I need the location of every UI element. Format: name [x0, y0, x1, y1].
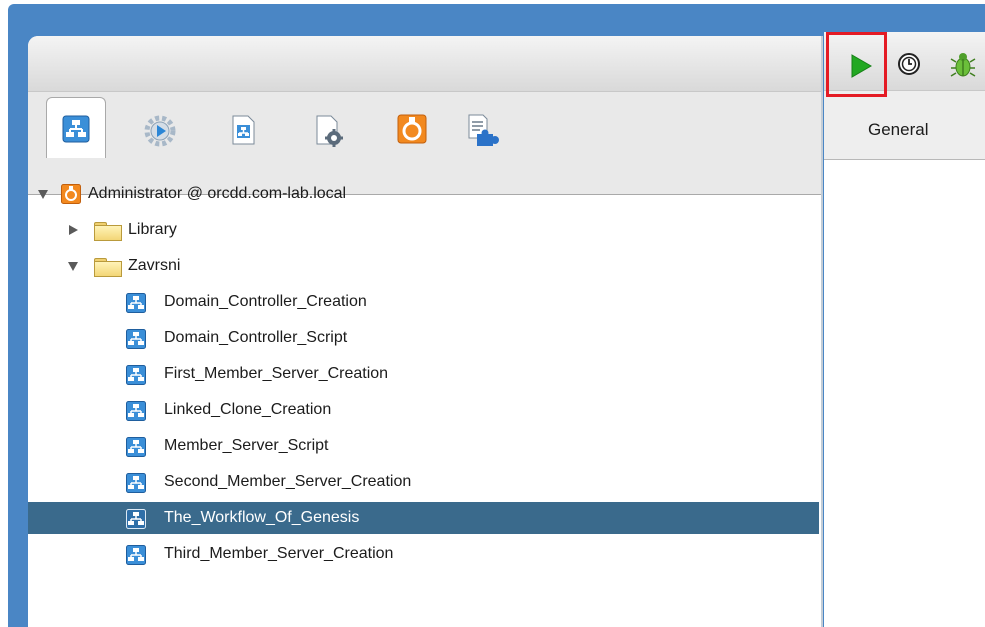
workflow-label: Linked_Clone_Creation — [164, 401, 332, 418]
workflow-label: Domain_Controller_Creation — [164, 293, 367, 310]
config-doc-icon — [316, 115, 343, 147]
tab-policies[interactable] — [452, 104, 510, 158]
actions-gear-icon — [144, 115, 176, 147]
tab-resources[interactable] — [216, 104, 274, 158]
inventory-panel-header — [28, 36, 821, 92]
workflow-detail-panel: General — [824, 32, 985, 627]
tab-packages[interactable] — [384, 104, 442, 158]
tree-workflow-item[interactable]: Domain_Controller_Creation — [28, 288, 821, 316]
run-workflow-button[interactable] — [826, 32, 887, 97]
workflow-icon — [126, 401, 146, 421]
workflow-icon — [126, 437, 146, 457]
tab-general[interactable]: General — [868, 120, 928, 140]
tab-configurations[interactable] — [300, 104, 358, 158]
tree-workflow-item[interactable]: Third_Member_Server_Creation — [28, 540, 821, 568]
tree-workflow-item[interactable]: Domain_Controller_Script — [28, 324, 821, 352]
folder-icon — [94, 222, 122, 241]
folder-icon — [94, 258, 122, 277]
tab-workflows[interactable] — [46, 97, 106, 158]
policy-puzzle-icon — [468, 114, 499, 146]
expand-arrow-icon[interactable] — [69, 225, 78, 235]
tree-workflow-item[interactable]: First_Member_Server_Creation — [28, 360, 821, 388]
workflow-label: Second_Member_Server_Creation — [164, 473, 412, 490]
tree-folder-zavrsni[interactable]: Zavrsni — [28, 252, 821, 280]
workflow-label: Third_Member_Server_Creation — [164, 545, 394, 562]
debug-bug-icon — [950, 53, 976, 77]
run-play-icon — [851, 54, 872, 78]
workflow-label: The_Workflow_Of_Genesis — [164, 509, 360, 526]
workflow-icon — [126, 509, 146, 529]
workflow-icon — [126, 545, 146, 565]
tree-root-label: Administrator @ orcdd.com-lab.local — [88, 185, 347, 202]
resource-doc-icon — [232, 115, 255, 145]
debug-button[interactable] — [950, 50, 976, 78]
tree-workflow-item[interactable]: Second_Member_Server_Creation — [28, 468, 821, 496]
workflow-icon — [62, 115, 90, 143]
tree-folder-label: Zavrsni — [128, 257, 181, 274]
tab-actions[interactable] — [130, 104, 188, 158]
schedule-clock-icon — [898, 53, 920, 75]
tree-folder-label: Library — [128, 221, 177, 238]
collapse-arrow-icon[interactable] — [38, 190, 48, 199]
orchestrator-server-icon — [61, 184, 81, 204]
workflow-icon — [126, 473, 146, 493]
tree-workflow-item-selected[interactable]: The_Workflow_Of_Genesis — [28, 502, 819, 534]
orange-package-icon — [397, 114, 427, 144]
workflow-icon — [126, 293, 146, 313]
schedule-button[interactable] — [897, 52, 921, 76]
collapse-arrow-icon[interactable] — [68, 262, 78, 271]
workflow-label: Domain_Controller_Script — [164, 329, 348, 346]
tree-folder-library[interactable]: Library — [28, 216, 821, 244]
tree-workflow-item[interactable]: Linked_Clone_Creation — [28, 396, 821, 424]
tree-root-administrator[interactable]: Administrator @ orcdd.com-lab.local — [28, 180, 821, 208]
workflow-label: Member_Server_Script — [164, 437, 329, 454]
workflow-icon — [126, 329, 146, 349]
workflow-label: First_Member_Server_Creation — [164, 365, 389, 382]
tree-workflow-item[interactable]: Member_Server_Script — [28, 432, 821, 460]
workflow-icon — [126, 365, 146, 385]
